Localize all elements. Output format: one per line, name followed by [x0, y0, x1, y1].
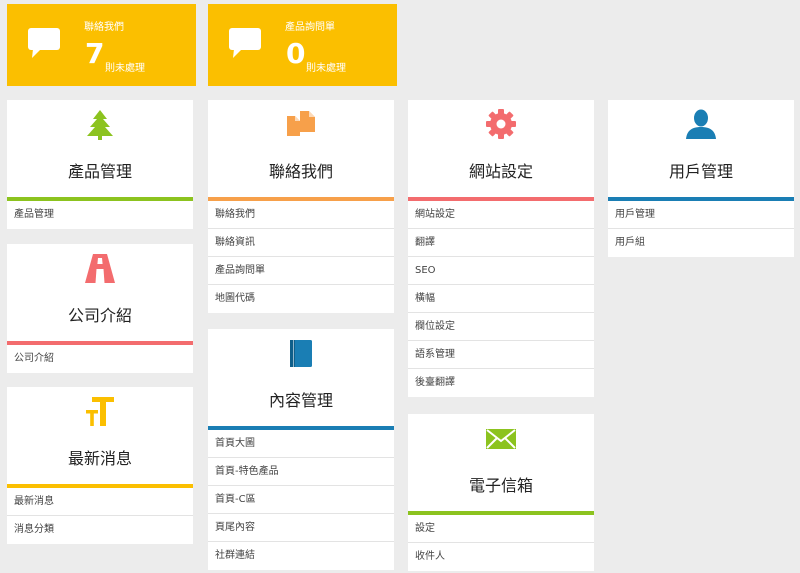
card-title: 電子信箱: [468, 476, 533, 495]
menu-item-home-section-c[interactable]: 首頁-C區: [208, 486, 394, 514]
card-title: 公司介紹: [67, 306, 132, 325]
gear-icon: [486, 109, 516, 139]
card-news: 最新消息 最新消息 消息分類: [7, 387, 193, 544]
menu-item-site-settings[interactable]: 網站設定: [408, 201, 594, 229]
menu-item-company-intro[interactable]: 公司介紹: [7, 345, 193, 373]
card-header[interactable]: 最新消息: [7, 387, 193, 488]
menu-item-recipients[interactable]: 收件人: [408, 543, 594, 571]
menu-item-email-settings[interactable]: 設定: [408, 515, 594, 543]
road-icon: [85, 254, 115, 283]
book-icon: [290, 340, 312, 367]
card-title: 產品管理: [67, 162, 132, 181]
menu-item-news-categories[interactable]: 消息分類: [7, 516, 193, 544]
stat-unit: 則未處理: [306, 63, 346, 74]
card-users: 用戶管理 用戶管理 用戶組: [608, 100, 794, 257]
card-menu: 聯絡我們 聯絡資訊 產品詢問單 地圖代碼: [208, 201, 394, 313]
card-email: 電子信箱 設定 收件人: [408, 414, 594, 571]
menu-item-footer-content[interactable]: 頁尾內容: [208, 514, 394, 542]
stat-tile-contact[interactable]: 聯絡我們 7 則未處理: [7, 4, 196, 86]
stat-tile-inquiry[interactable]: 產品詢問單 0 則未處理: [208, 4, 397, 86]
menu-item-contact-info[interactable]: 聯絡資訊: [208, 229, 394, 257]
menu-item-product-inquiry[interactable]: 產品詢問單: [208, 257, 394, 285]
menu-item-field-settings[interactable]: 欄位設定: [408, 313, 594, 341]
card-menu: 用戶管理 用戶組: [608, 201, 794, 257]
menu-item-banner[interactable]: 橫幅: [408, 285, 594, 313]
card-title: 聯絡我們: [268, 162, 333, 181]
card-menu: 設定 收件人: [408, 515, 594, 571]
card-menu: 最新消息 消息分類: [7, 488, 193, 544]
card-site-settings: 網站設定 網站設定 翻譯 SEO 橫幅 欄位設定 語系管理 後臺翻譯: [408, 100, 594, 397]
card-title: 內容管理: [268, 391, 333, 410]
menu-item-language-management[interactable]: 語系管理: [408, 341, 594, 369]
menu-item-map-code[interactable]: 地圖代碼: [208, 285, 394, 313]
tree-icon: [87, 110, 113, 140]
envelope-icon: [486, 429, 516, 449]
menu-item-seo[interactable]: SEO: [408, 257, 594, 285]
card-menu: 首頁大圖 首頁-特色產品 首頁-C區 頁尾內容 社群連結: [208, 430, 394, 570]
menu-item-user-groups[interactable]: 用戶組: [608, 229, 794, 257]
menu-item-latest-news[interactable]: 最新消息: [7, 488, 193, 516]
card-header[interactable]: 用戶管理: [608, 100, 794, 201]
card-header[interactable]: 公司介紹: [7, 244, 193, 345]
speech-bubble-icon: [229, 28, 261, 58]
menu-item-home-banner[interactable]: 首頁大圖: [208, 430, 394, 458]
card-menu: 公司介紹: [7, 345, 193, 373]
text-size-icon: [86, 397, 114, 426]
card-product: 產品管理 產品管理: [7, 100, 193, 229]
card-title: 網站設定: [468, 162, 533, 181]
card-contact: 聯絡我們 聯絡我們 聯絡資訊 產品詢問單 地圖代碼: [208, 100, 394, 313]
card-header[interactable]: 內容管理: [208, 329, 394, 430]
card-company: 公司介紹 公司介紹: [7, 244, 193, 373]
stat-title: 產品詢問單: [285, 22, 335, 33]
stat-count: 7: [85, 37, 105, 70]
card-menu: 產品管理: [7, 201, 193, 229]
card-header[interactable]: 產品管理: [7, 100, 193, 201]
menu-item-backend-translation[interactable]: 後臺翻譯: [408, 369, 594, 397]
speech-bubble-icon: [28, 28, 60, 58]
card-title: 最新消息: [67, 449, 132, 468]
menu-item-social-links[interactable]: 社群連結: [208, 542, 394, 570]
documents-icon: [287, 111, 315, 136]
card-title: 用戶管理: [668, 162, 733, 181]
menu-item-translation[interactable]: 翻譯: [408, 229, 594, 257]
stat-title: 聯絡我們: [84, 22, 124, 33]
card-menu: 網站設定 翻譯 SEO 橫幅 欄位設定 語系管理 後臺翻譯: [408, 201, 594, 397]
card-header[interactable]: 電子信箱: [408, 414, 594, 515]
card-header[interactable]: 網站設定: [408, 100, 594, 201]
stat-unit: 則未處理: [105, 63, 145, 74]
user-icon: [686, 109, 716, 139]
card-content: 內容管理 首頁大圖 首頁-特色產品 首頁-C區 頁尾內容 社群連結: [208, 329, 394, 570]
menu-item-home-featured-products[interactable]: 首頁-特色產品: [208, 458, 394, 486]
menu-item-product-management[interactable]: 產品管理: [7, 201, 193, 229]
card-header[interactable]: 聯絡我們: [208, 100, 394, 201]
stat-count: 0: [286, 37, 306, 70]
menu-item-contact-us[interactable]: 聯絡我們: [208, 201, 394, 229]
menu-item-user-management[interactable]: 用戶管理: [608, 201, 794, 229]
